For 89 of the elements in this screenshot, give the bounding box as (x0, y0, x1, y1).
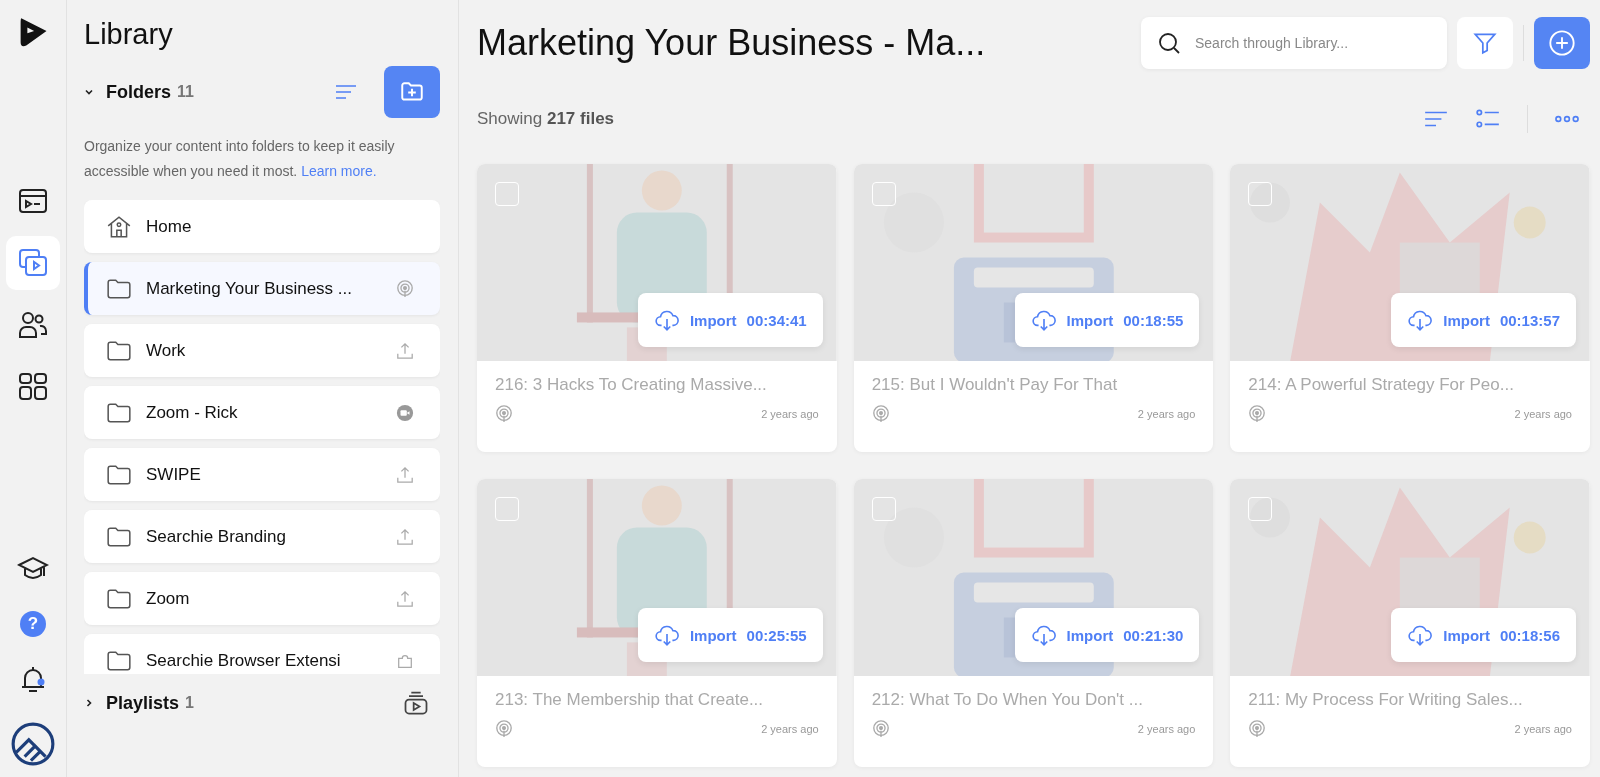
folder-name: Searchie Browser Extensi (146, 650, 342, 671)
media-card[interactable]: Import 00:25:55 213: The Membership that Create... 2 years ago (477, 479, 837, 767)
podcast-icon (1248, 405, 1267, 423)
episode-title: 213: The Membership that Create... (495, 690, 765, 710)
avatar-logo-icon[interactable] (10, 721, 56, 767)
duration: 00:13:57 (1499, 311, 1560, 329)
folder-item[interactable]: Home (84, 200, 440, 253)
upload-icon (396, 341, 414, 360)
learn-more-link[interactable]: Learn more. (301, 163, 377, 179)
media-card[interactable]: Import 00:18:55 215: But I Wouldn't Pay For That 2 years ago (853, 164, 1214, 452)
folder-item[interactable]: Zoom - Rick (84, 386, 440, 439)
media-card[interactable]: Import 00:13:57 214: A Powerful Strategy For Peo... 2 years ago (1230, 164, 1590, 452)
media-card[interactable]: Import 00:18:56 211: My Process For Writing Sales... 2 years ago (1230, 479, 1590, 767)
add-button[interactable] (1534, 17, 1590, 69)
upload-age: 2 years ago (1137, 408, 1196, 420)
filter-icon (1472, 30, 1498, 56)
filter-button[interactable] (1457, 17, 1513, 69)
library-nav-button[interactable] (6, 236, 60, 290)
podcast-icon (1248, 720, 1267, 738)
podcast-icon (871, 405, 890, 423)
episode-title: 214: A Powerful Strategy For Peo... (1248, 375, 1515, 395)
folder-item[interactable]: Searchie Branding (84, 510, 440, 563)
upload-icon (396, 465, 414, 484)
video-camera-icon (396, 403, 414, 422)
people-icon (17, 309, 49, 341)
select-checkbox[interactable] (871, 497, 896, 521)
select-checkbox[interactable] (871, 182, 896, 206)
episode-title: 212: What To Do When You Don't ... (871, 690, 1144, 710)
podcast-icon (495, 405, 513, 423)
duration: 00:25:55 (746, 626, 807, 644)
import-button[interactable]: Import 00:34:41 (637, 293, 823, 347)
file-count: Showing 217 files (477, 109, 615, 129)
import-button[interactable]: Import 00:21:30 (1014, 608, 1200, 662)
folder-name: SWIPE (146, 464, 202, 485)
grid-icon (17, 371, 49, 403)
import-button[interactable]: Import 00:18:55 (1014, 293, 1200, 347)
import-button[interactable]: Import 00:25:55 (637, 608, 823, 662)
duration: 00:34:41 (746, 311, 807, 329)
import-button[interactable]: Import 00:18:56 (1391, 608, 1576, 662)
upload-icon (396, 589, 414, 608)
podcast-icon (495, 720, 513, 738)
select-checkbox[interactable] (495, 497, 519, 521)
upload-age: 2 years ago (761, 408, 819, 420)
folder-item[interactable]: SWIPE (84, 448, 440, 501)
upload-age: 2 years ago (761, 723, 819, 735)
folders-description: Organize your content into folders to keep it easily accessible when you need it most. Learn more. (84, 137, 396, 181)
library-icon (17, 247, 49, 279)
folder-name: Searchie Branding (146, 526, 287, 547)
folder-name: Home (146, 216, 193, 237)
folder-name: Zoom - Rick (146, 402, 239, 423)
playlists-count: 1 (185, 694, 194, 712)
help-button[interactable]: ? (20, 611, 46, 637)
folder-item[interactable]: Marketing Your Business ... (84, 262, 440, 315)
folder-name: Work (146, 340, 187, 361)
page-title: Marketing Your Business - Ma... (477, 22, 987, 64)
playlist-icon[interactable] (402, 689, 430, 717)
folders-count: 11 (177, 83, 194, 101)
upload-icon (396, 527, 414, 546)
chevron-icon[interactable] (84, 87, 94, 97)
duration: 00:18:56 (1499, 626, 1560, 644)
playlists-heading: Playlists (106, 692, 180, 714)
upload-age: 2 years ago (1514, 408, 1572, 420)
media-card[interactable]: Import 00:21:30 212: What To Do When You Don't ... 2 years ago (853, 479, 1214, 767)
podcast-icon (871, 720, 890, 738)
folder-item[interactable]: Zoom (84, 572, 440, 625)
add-icon (1548, 29, 1576, 57)
folder-item[interactable]: Searchie Browser Extensi (84, 634, 440, 674)
duration: 00:21:30 (1123, 626, 1184, 644)
library-title: Library (84, 18, 174, 51)
folder-name: Marketing Your Business ... (146, 278, 353, 299)
import-button[interactable]: Import 00:13:57 (1391, 293, 1576, 347)
folder-name: Zoom (146, 588, 191, 609)
media-card[interactable]: Import 00:34:41 216: 3 Hacks To Creating Massive... 2 years ago (477, 164, 837, 452)
new-folder-button[interactable] (384, 66, 440, 118)
search-icon (1157, 31, 1181, 55)
episode-title: 211: My Process For Writing Sales... (1248, 690, 1524, 710)
select-checkbox[interactable] (495, 182, 519, 206)
episode-title: 216: 3 Hacks To Creating Massive... (495, 375, 768, 395)
folder-item[interactable]: Work (84, 324, 440, 377)
select-checkbox[interactable] (1248, 497, 1273, 521)
episode-title: 215: But I Wouldn't Pay For That (871, 375, 1119, 395)
select-checkbox[interactable] (1248, 182, 1273, 206)
chevron-icon[interactable] (84, 698, 94, 708)
folders-heading: Folders (106, 81, 171, 103)
podcast-icon (396, 279, 414, 298)
upload-age: 2 years ago (1137, 723, 1196, 735)
search-field[interactable]: Search through Library... (1141, 17, 1447, 69)
duration: 00:18:55 (1123, 311, 1184, 329)
upload-age: 2 years ago (1514, 723, 1572, 735)
